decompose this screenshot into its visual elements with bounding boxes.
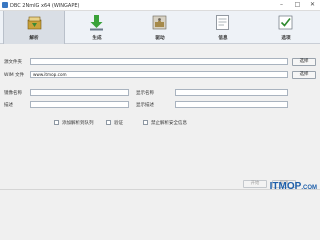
- wim-file-input[interactable]: www.itmop.com: [30, 71, 288, 78]
- info-icon: [216, 15, 229, 30]
- display-name-input[interactable]: [175, 89, 288, 96]
- description-input[interactable]: [30, 101, 129, 108]
- verify-checkbox[interactable]: [106, 120, 111, 125]
- app-icon: [2, 2, 8, 8]
- verify-label: 验证: [114, 121, 123, 126]
- browse-wim-button[interactable]: 选择: [292, 71, 316, 79]
- image-name-input[interactable]: [30, 89, 129, 96]
- close-button[interactable]: ✕: [307, 0, 318, 10]
- window-title: DBC 2NmIG x64 (WINGAPE): [10, 2, 80, 9]
- check-icon: [278, 15, 293, 30]
- minimize-button[interactable]: –: [276, 0, 287, 10]
- add-to-queue-checkbox[interactable]: [54, 120, 59, 125]
- tab-generate[interactable]: 生成: [66, 11, 128, 44]
- tab-extract-label: 解析: [29, 36, 39, 41]
- watermark-main: ITMOP: [269, 181, 302, 192]
- tab-drivers[interactable]: 驱动: [129, 11, 191, 44]
- tab-options-label: 选项: [281, 36, 291, 41]
- display-name-label: 显示名称: [136, 91, 154, 96]
- extract-form: 源文件夹 选择 WIM 文件 www.itmop.com 选择 镜像名称 显示名…: [0, 45, 320, 189]
- wim-file-label: WIM 文件: [4, 73, 25, 78]
- tab-info[interactable]: 信息: [192, 11, 254, 44]
- extract-icon: [27, 16, 42, 30]
- add-to-queue-label: 添加解析到队列: [62, 121, 94, 126]
- image-name-label: 镜像名称: [4, 91, 22, 96]
- display-description-input[interactable]: [175, 101, 288, 108]
- source-folder-label: 源文件夹: [4, 60, 22, 65]
- puzzle-icon: [152, 15, 167, 30]
- tab-options[interactable]: 选项: [255, 11, 317, 44]
- tab-generate-label: 生成: [92, 36, 102, 41]
- start-button[interactable]: 开始: [243, 180, 267, 188]
- source-folder-input[interactable]: [30, 58, 288, 65]
- title-bar: DBC 2NmIG x64 (WINGAPE) – □ ✕: [0, 0, 320, 11]
- tab-extract[interactable]: 解析: [3, 11, 65, 44]
- browse-source-button[interactable]: 选择: [292, 58, 316, 66]
- maximize-button[interactable]: □: [292, 0, 303, 10]
- ribbon-toolbar: 解析 生成 驱动 信息 选项: [0, 11, 320, 44]
- download-icon: [90, 15, 103, 31]
- display-description-label: 显示描述: [136, 103, 154, 108]
- no-security-info-checkbox[interactable]: [143, 120, 148, 125]
- watermark-suffix: .COM: [301, 185, 317, 191]
- no-security-info-label: 禁止解析安全信息: [151, 121, 187, 126]
- tab-drivers-label: 驱动: [155, 36, 165, 41]
- watermark-logo: ITMOP.COM: [270, 181, 317, 192]
- tab-info-label: 信息: [218, 36, 228, 41]
- description-label: 描述: [4, 103, 13, 108]
